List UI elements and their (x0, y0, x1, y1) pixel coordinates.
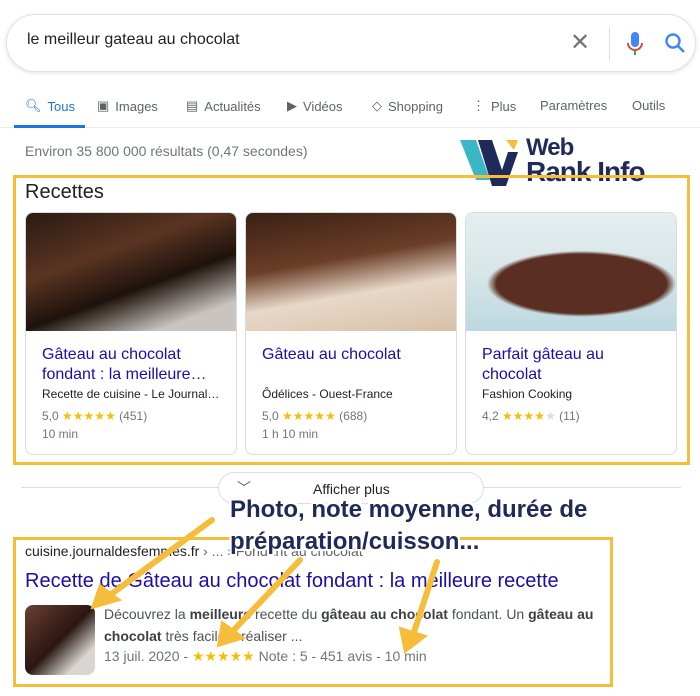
annotation-callout: Photo, note moyenne, durée de préparatio… (230, 496, 588, 555)
annotation-arrows (90, 517, 440, 654)
